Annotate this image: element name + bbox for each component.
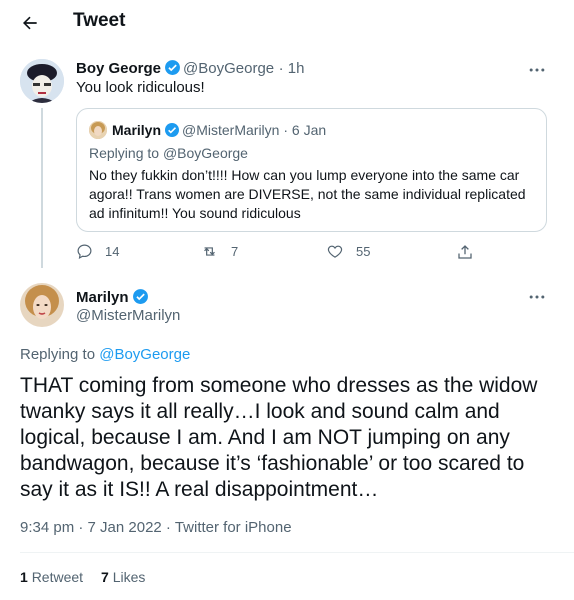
reply-icon [77,244,92,259]
more-icon[interactable] [527,60,551,80]
author-handle[interactable]: @BoyGeorge [183,60,274,77]
quoted-tweet-text: No they fukkin don’t!!!! How can you lum… [89,167,526,221]
parent-tweet-header: Boy George @BoyGeorge · 1h [76,59,304,81]
reply-count: 14 [105,244,120,259]
likes-label: Likes [112,569,146,585]
main-author-name[interactable]: Marilyn [76,289,129,306]
likes-count: 7 [101,569,109,585]
author-name[interactable]: Boy George [76,60,161,77]
tweet-timestamp[interactable]: 9:34 pm · 7 Jan 2022 · [20,519,175,536]
quoted-replying-to: Replying to @BoyGeorge [89,145,248,161]
quoted-tweet-time: · 6 Jan [283,122,327,138]
quoted-tweet-header: Marilyn @MisterMarilyn · 6 Jan [89,121,326,141]
like-icon [327,245,343,258]
marilyn-avatar-small [89,121,107,139]
replying-to: Replying to @BoyGeorge [20,346,190,363]
quoted-tweet[interactable]: Marilyn @MisterMarilyn · 6 Jan Replying t… [76,108,547,232]
boy-george-avatar[interactable] [20,59,64,103]
quoted-author-handle: @MisterMarilyn [182,122,280,138]
replying-to-link[interactable]: @BoyGeorge [99,346,190,363]
replying-handle: @BoyGeorge [162,145,248,161]
tweet-stats: 1 Retweet 7 Likes [20,569,163,585]
parent-tweet-text: You look ridiculous! [76,79,205,96]
retweet-icon [204,247,215,256]
verified-badge-icon [164,122,180,141]
back-arrow-icon[interactable] [16,9,44,37]
thread-line [41,108,43,268]
retweet-button[interactable]: 7 [200,243,238,260]
share-button[interactable] [456,243,486,261]
like-button[interactable]: 55 [326,243,370,260]
retweets-label: Retweet [31,569,84,585]
replying-prefix: Replying to [89,145,163,161]
tweet-meta: 9:34 pm · 7 Jan 2022 · Twitter for iPhon… [20,519,292,536]
retweet-count: 7 [231,244,239,259]
reply-button[interactable]: 14 [76,243,119,260]
like-count: 55 [356,244,371,259]
tweet-actions: 14 7 55 [76,243,476,267]
verified-badge-icon [164,59,181,81]
likes-stat[interactable]: 7 Likes [101,569,145,585]
tweet-header: Tweet [0,0,574,44]
share-icon [458,245,472,259]
tweet-source[interactable]: Twitter for iPhone [175,519,292,536]
quoted-author-name: Marilyn [112,122,162,138]
replying-prefix: Replying to [20,346,100,363]
retweets-stat[interactable]: 1 Retweet [20,569,83,585]
page-title: Tweet [73,10,126,31]
main-author-handle[interactable]: @MisterMarilyn [76,307,180,324]
tweet-time[interactable]: · 1h [279,60,305,77]
divider [20,552,574,553]
main-tweet-text: THAT coming from someone who dresses as … [20,374,538,501]
marilyn-avatar[interactable] [20,283,64,327]
retweets-count: 1 [20,569,28,585]
more-icon[interactable] [527,287,551,307]
